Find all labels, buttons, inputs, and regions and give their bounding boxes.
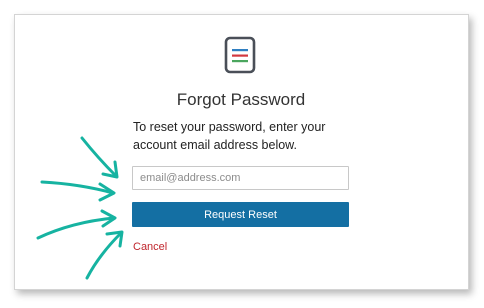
screenshot-stage: Forgot Password To reset your password, … bbox=[0, 0, 484, 308]
logo-stripe-blue bbox=[232, 49, 248, 52]
document-list-icon bbox=[224, 36, 256, 74]
request-reset-button[interactable]: Request Reset bbox=[132, 202, 349, 227]
cancel-link[interactable]: Cancel bbox=[133, 241, 167, 253]
page-title: Forgot Password bbox=[176, 90, 306, 109]
email-field[interactable] bbox=[132, 166, 349, 190]
logo-stripe-red bbox=[232, 54, 248, 57]
instruction-text: To reset your password, enter your accou… bbox=[133, 120, 326, 152]
logo-stripe-green bbox=[232, 60, 248, 63]
